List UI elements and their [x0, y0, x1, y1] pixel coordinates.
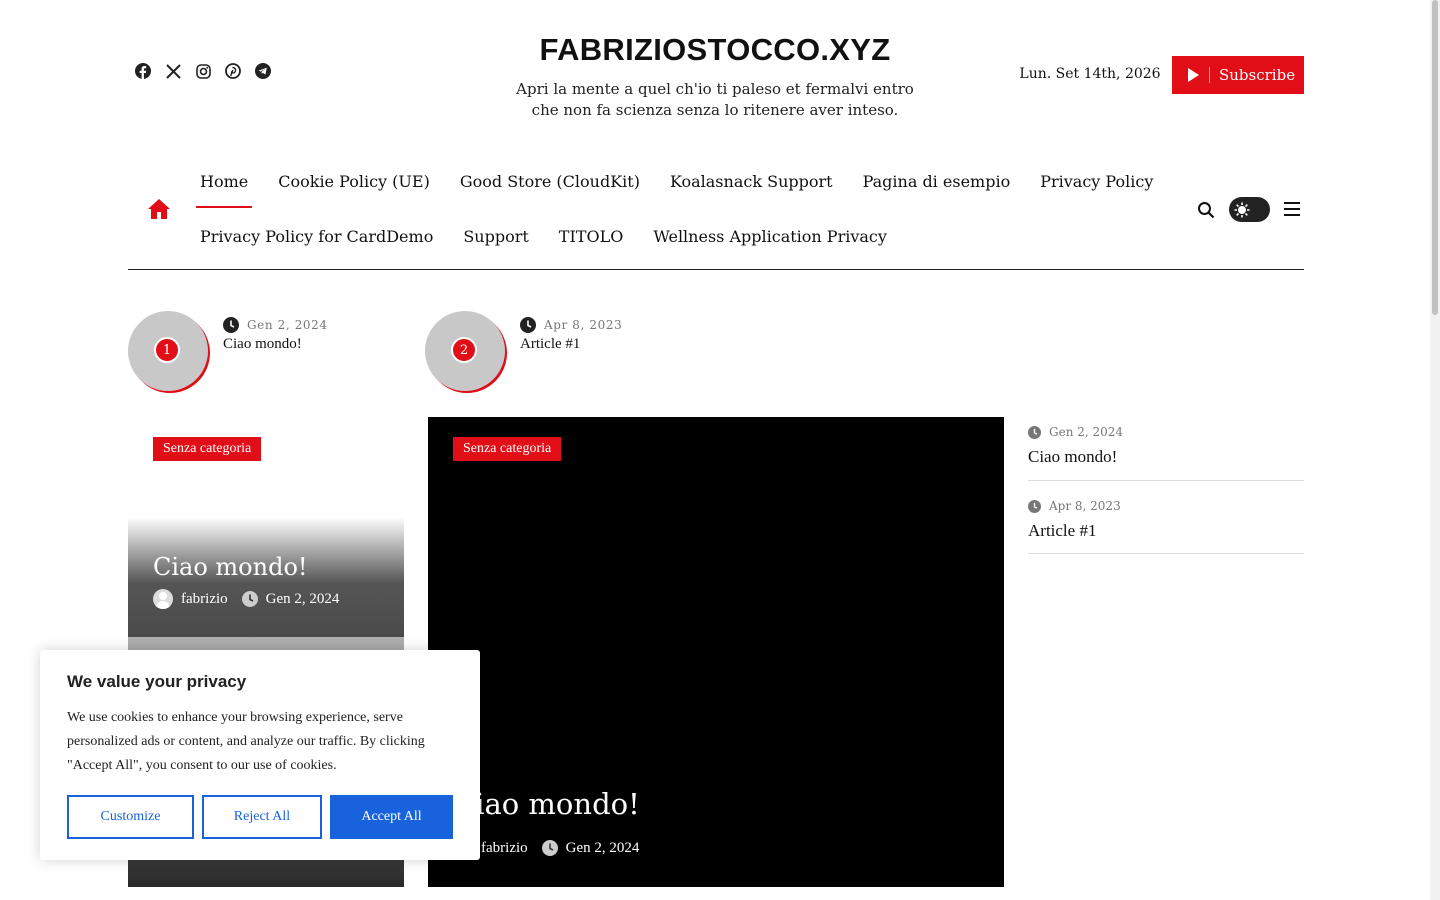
nav-item-wellness-privacy[interactable]: Wellness Application Privacy — [653, 227, 887, 246]
sidebar-post[interactable]: Gen 2, 2024 Ciao mondo! — [1028, 425, 1304, 481]
post-date: Apr 8, 2023 — [1028, 499, 1304, 513]
post-date-text: Apr 8, 2023 — [544, 318, 623, 332]
category-badge[interactable]: Senza categoria — [453, 437, 562, 461]
trending-rank: 2 — [451, 337, 477, 363]
cookie-consent-banner: We value your privacy We use cookies to … — [40, 650, 480, 860]
post-date-text: Gen 2, 2024 — [1049, 425, 1124, 439]
subscribe-label: Subscribe — [1219, 66, 1296, 84]
trending-title[interactable]: Article #1 — [520, 336, 580, 353]
nav-item-pagina-di-esempio[interactable]: Pagina di esempio — [863, 172, 1011, 191]
trending-title[interactable]: Ciao mondo! — [223, 336, 302, 353]
featured-post-card[interactable]: Senza categoria Ciao mondo! fabrizio Gen… — [428, 417, 1004, 887]
play-icon — [1188, 68, 1199, 82]
nav-item-good-store[interactable]: Good Store (CloudKit) — [460, 172, 640, 191]
site-title[interactable]: FABRIZIOSTOCCO.XYZ — [500, 32, 930, 68]
subscribe-button[interactable]: Subscribe — [1172, 56, 1304, 94]
clock-icon — [520, 317, 536, 333]
post-date-text: Apr 8, 2023 — [1049, 499, 1121, 513]
cookie-heading: We value your privacy — [67, 672, 247, 691]
nav-item-cookie-policy[interactable]: Cookie Policy (UE) — [278, 172, 430, 191]
nav-item-privacy-policy[interactable]: Privacy Policy — [1040, 172, 1153, 191]
post-date: Gen 2, 2024 — [1028, 425, 1304, 439]
post-author[interactable]: fabrizio — [181, 591, 228, 608]
customize-button[interactable]: Customize — [67, 795, 194, 839]
search-icon[interactable] — [1197, 201, 1215, 223]
scrollbar-thumb[interactable] — [1432, 0, 1438, 315]
post-date-text: Gen 2, 2024 — [247, 318, 328, 332]
post-title[interactable]: Ciao mondo! — [453, 787, 640, 821]
x-icon[interactable] — [164, 62, 182, 80]
dark-mode-toggle[interactable] — [1229, 197, 1270, 222]
post-date: Gen 2, 2024 — [223, 317, 328, 333]
category-badge[interactable]: Senza categoria — [153, 437, 262, 461]
sidebar-post-title[interactable]: Article #1 — [1028, 521, 1304, 541]
clock-icon — [241, 591, 258, 607]
trending-rank: 1 — [154, 337, 180, 363]
avatar — [153, 589, 173, 609]
reject-all-button[interactable]: Reject All — [202, 795, 322, 839]
social-links — [134, 62, 272, 80]
post-date-text[interactable]: Gen 2, 2024 — [266, 591, 340, 608]
hamburger-menu-icon[interactable] — [1284, 202, 1300, 220]
divider — [1209, 67, 1210, 83]
instagram-icon[interactable] — [194, 62, 212, 80]
nav-item-home[interactable]: Home — [195, 172, 253, 208]
site-tagline: Apri la mente a quel ch'io ti paleso et … — [516, 80, 914, 119]
clock-icon — [223, 317, 239, 333]
scrollbar[interactable] — [1430, 0, 1440, 900]
main-nav-row-2: Privacy Policy for CardDemo Support TITO… — [200, 227, 887, 246]
post-card[interactable]: Senza categoria Ciao mondo! fabrizio Gen… — [128, 417, 404, 637]
telegram-icon[interactable] — [254, 62, 272, 80]
nav-item-support[interactable]: Support — [463, 227, 528, 246]
clock-icon — [1028, 425, 1041, 439]
cookie-body: We use cookies to enhance your browsing … — [67, 710, 425, 773]
main-nav-row-1: Home Cookie Policy (UE) Good Store (Clou… — [195, 172, 1153, 208]
post-title[interactable]: Ciao mondo! — [153, 553, 308, 581]
post-date: Apr 8, 2023 — [520, 317, 622, 333]
pinterest-icon[interactable] — [224, 62, 242, 80]
nav-item-koalasnack-support[interactable]: Koalasnack Support — [670, 172, 833, 191]
sidebar-post-title[interactable]: Ciao mondo! — [1028, 447, 1304, 467]
post-date-text[interactable]: Gen 2, 2024 — [566, 840, 640, 857]
sidebar-post[interactable]: Apr 8, 2023 Article #1 — [1028, 499, 1304, 554]
clock-icon — [1028, 499, 1041, 513]
sun-icon — [1233, 201, 1250, 218]
post-meta: fabrizio Gen 2, 2024 — [453, 838, 639, 858]
clock-icon — [541, 840, 558, 856]
nav-item-privacy-carddemo[interactable]: Privacy Policy for CardDemo — [200, 227, 433, 246]
post-author[interactable]: fabrizio — [481, 840, 528, 857]
nav-divider — [128, 269, 1304, 270]
facebook-icon[interactable] — [134, 62, 152, 80]
post-meta: fabrizio Gen 2, 2024 — [153, 589, 339, 609]
current-date: Lun. Set 14th, 2026 — [1019, 66, 1161, 82]
nav-item-titolo[interactable]: TITOLO — [559, 227, 624, 246]
home-icon[interactable] — [147, 198, 171, 224]
accept-all-button[interactable]: Accept All — [330, 795, 453, 839]
